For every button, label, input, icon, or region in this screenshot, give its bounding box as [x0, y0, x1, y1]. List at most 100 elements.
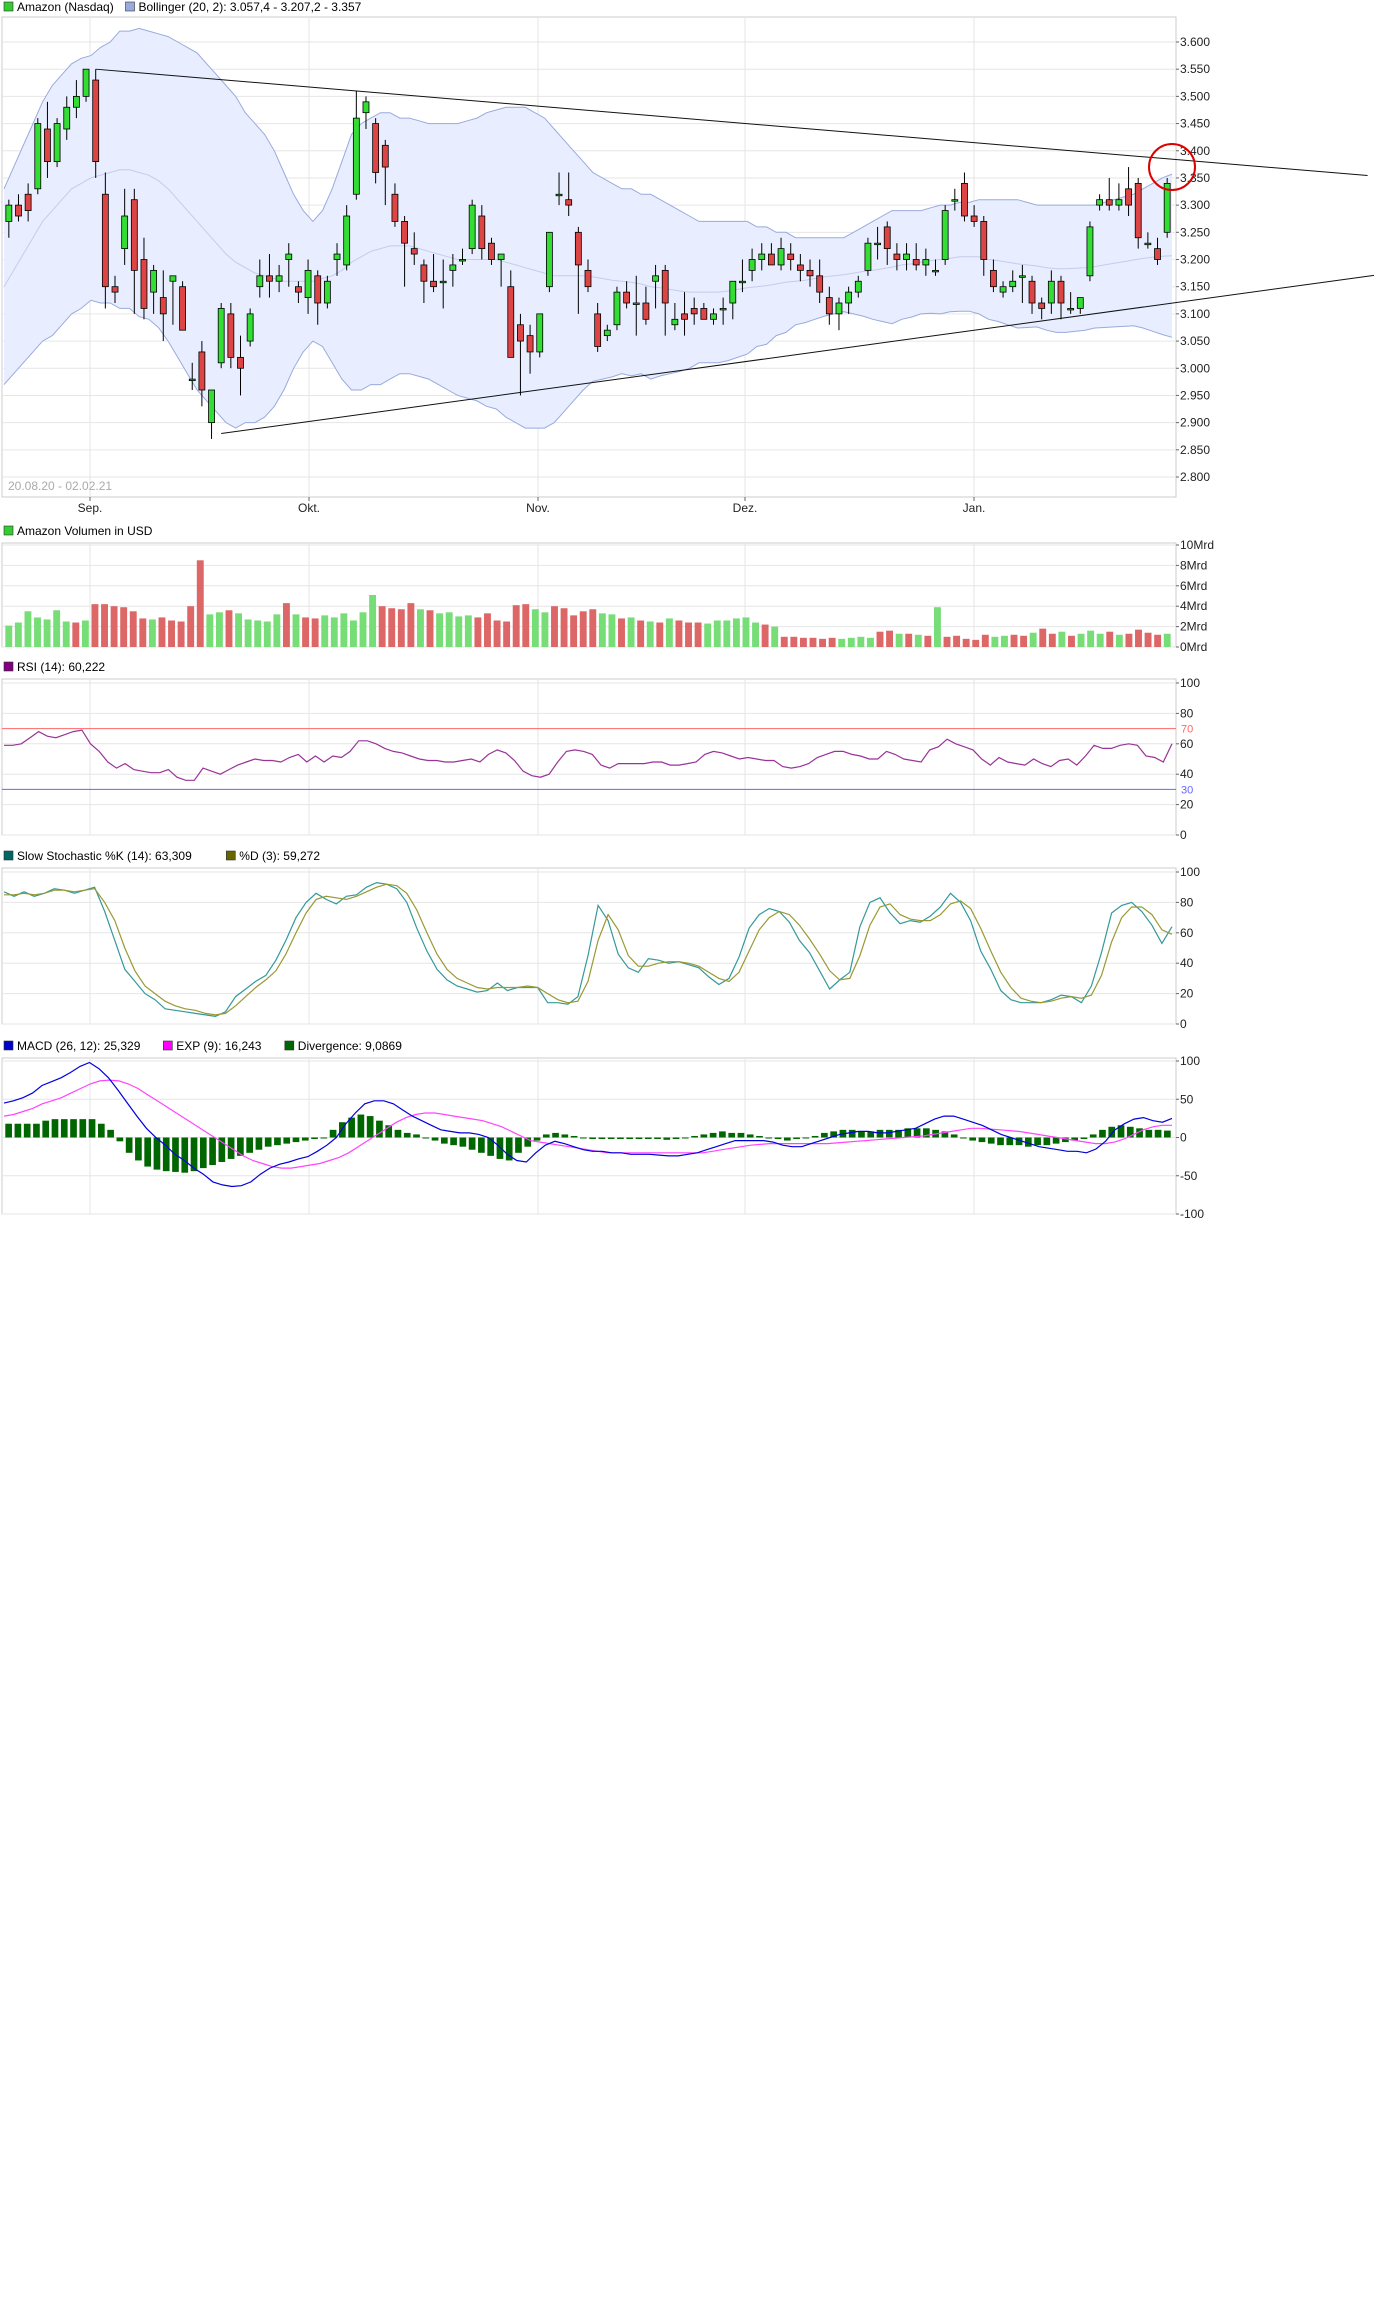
volume-bar [187, 606, 195, 647]
macd-divergence-bar [663, 1137, 671, 1140]
volume-bar [981, 634, 989, 647]
macd-divergence-bar [1164, 1130, 1171, 1138]
volume-bar [694, 622, 702, 647]
candle-body [53, 123, 61, 163]
candle-body [391, 193, 399, 222]
price-legend: Amazon (Nasdaq) Bollinger (20, 2): 3.057,… [3, 0, 362, 14]
candle-body [816, 275, 824, 293]
volume-bar [828, 637, 836, 647]
price-tick-label-6: 3.300 [1180, 198, 1210, 212]
candle-body [130, 199, 138, 271]
candle-body [990, 269, 997, 288]
stochastic-legend-label-1: %D (3): 59,272 [239, 849, 320, 863]
candle-body [92, 79, 100, 163]
candle-body [710, 313, 717, 320]
candle-body [584, 269, 592, 288]
volume-bar [282, 603, 290, 647]
volume-bar [522, 604, 530, 647]
rsi-y-ticks: 100 80 60 40 20 0 [1176, 676, 1200, 842]
volume-bar [723, 620, 731, 647]
macd-divergence-bar [969, 1137, 977, 1141]
candle-body [922, 259, 930, 266]
volume-bar [369, 594, 377, 647]
volume-bar [215, 612, 223, 647]
macd-divergence-bar [1006, 1137, 1014, 1146]
macd-divergence-bar [403, 1132, 411, 1138]
macd-divergence-bar [181, 1137, 189, 1173]
macd-divergence-bar [97, 1123, 105, 1138]
macd-legend-label-2: Divergence: 9,0869 [298, 1039, 402, 1053]
macd-divergence-bar [459, 1137, 467, 1147]
candle-body [1057, 280, 1065, 304]
candle-body [970, 215, 978, 222]
volume-bar [426, 610, 434, 647]
candle-body [275, 275, 283, 282]
volume-bar [1039, 628, 1047, 647]
candle-body [632, 302, 640, 305]
macd-divergence-bar [496, 1137, 504, 1159]
macd-divergence-bar [450, 1137, 457, 1146]
candle-body [420, 264, 428, 282]
volume-bar [991, 636, 999, 647]
macd-divergence-bar [950, 1134, 958, 1138]
macd-divergence-bar [487, 1137, 495, 1156]
macd-divergence-bar [51, 1119, 59, 1138]
candle-body [536, 313, 544, 353]
volume-bar [484, 613, 491, 647]
macd-divergence-bar [876, 1129, 884, 1138]
macd-divergence-bar [774, 1137, 782, 1140]
candle-body [246, 313, 254, 342]
stochastic-y-ticks: 100 80 60 40 20 0 [1176, 865, 1200, 1031]
macd-tick-label-4: -100 [1180, 1207, 1204, 1221]
macd-divergence-bar [5, 1123, 12, 1138]
macd-divergence-bar [42, 1120, 50, 1138]
candle-body [1086, 226, 1094, 277]
candle-body [825, 297, 833, 315]
candle-body [121, 215, 129, 250]
candle-body [198, 351, 206, 391]
stochastic-tick-label-0: 100 [1180, 865, 1200, 879]
candle-body [961, 182, 968, 217]
macd-divergence-bar [960, 1137, 967, 1139]
candle-body [101, 193, 109, 288]
candle-body [410, 248, 418, 255]
volume-bar [321, 615, 329, 647]
candle-body [642, 302, 650, 320]
volume-tick-label-1: 8Mrd [1180, 558, 1207, 572]
macd-divergence-bar [728, 1132, 736, 1138]
candle-body [285, 253, 293, 260]
price-legend-swatch-0 [3, 1, 14, 12]
candle-body [82, 68, 90, 97]
candle-body [980, 221, 988, 260]
candle-body [1067, 308, 1075, 311]
candle-body [34, 123, 42, 190]
macd-divergence-bar [580, 1137, 587, 1139]
volume-bar [771, 626, 779, 647]
rsi-tick-label-5: 0 [1180, 828, 1187, 842]
candle-body [401, 221, 408, 244]
macd-divergence-bar [681, 1137, 689, 1139]
macd-divergence-bar [589, 1137, 596, 1140]
candle-body [951, 199, 959, 202]
volume-bar [1058, 631, 1066, 647]
volume-bar [177, 621, 185, 647]
macd-divergence-bar [607, 1137, 615, 1140]
rsi-legend: RSI (14): 60,222 [3, 660, 105, 674]
volume-bar [388, 608, 396, 647]
candle-body [719, 308, 727, 311]
macd-divergence-bar [644, 1137, 652, 1140]
rsi-legend-swatch-0 [3, 661, 14, 672]
volume-bar [1154, 634, 1162, 647]
macd-divergence-bar [209, 1137, 216, 1166]
macd-divergence-bar [329, 1129, 337, 1138]
volume-bar [273, 614, 281, 647]
candle-body [1125, 188, 1132, 206]
volume-bar [905, 633, 913, 647]
candle-body [835, 302, 843, 315]
candle-body [304, 269, 312, 298]
macd-divergence-bar [987, 1137, 995, 1144]
macd-panel: 100 50 0 -50 -100 MACD (26, 12): 25,329 EXP (… [1, 1039, 1204, 1221]
volume-bar [292, 614, 300, 647]
macd-divergence-bar [811, 1135, 819, 1138]
volume-legend-swatch-0 [3, 525, 14, 536]
